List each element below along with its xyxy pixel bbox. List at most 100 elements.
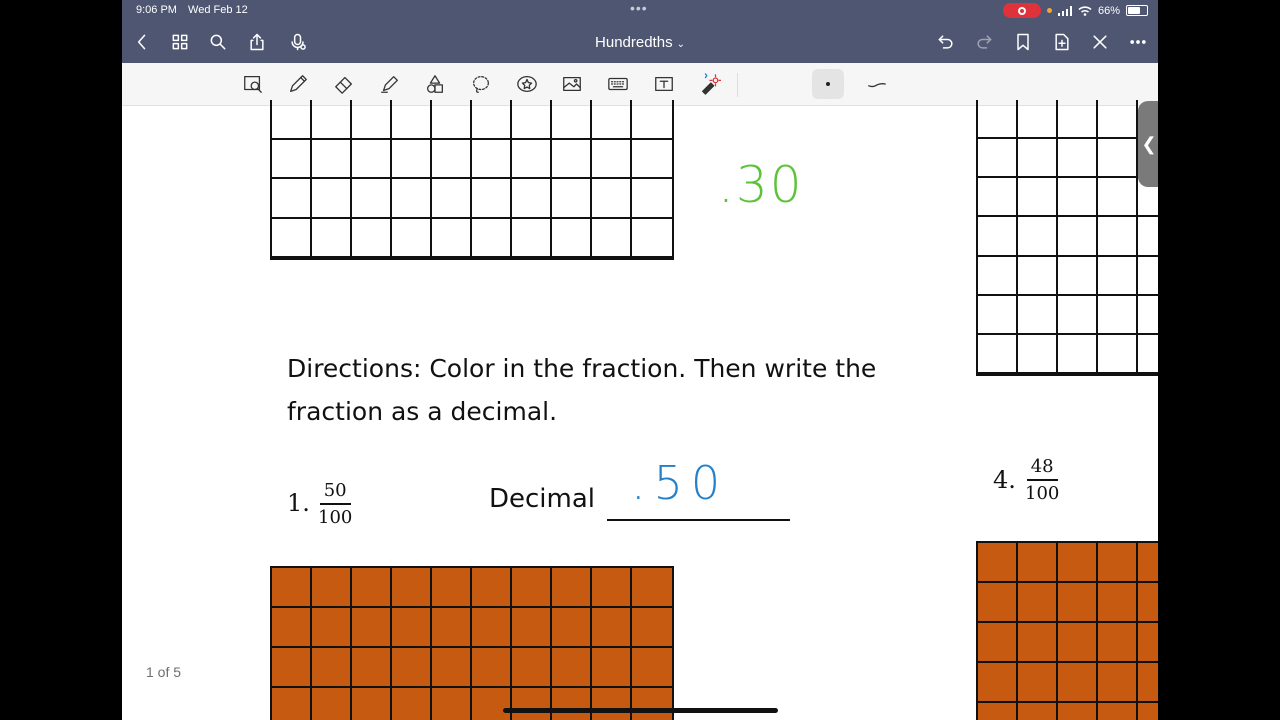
app-screen: 9:06 PM Wed Feb 12 ••• 66% Hundredths⌄ bbox=[122, 0, 1158, 720]
pen-icon[interactable] bbox=[285, 71, 311, 97]
grid-cell bbox=[592, 688, 632, 720]
image-icon[interactable] bbox=[559, 71, 585, 97]
grid-cell bbox=[1098, 703, 1138, 720]
redo-icon[interactable] bbox=[972, 30, 996, 54]
chevron-left-icon: ❮ bbox=[1141, 133, 1157, 154]
grid-cell bbox=[432, 139, 472, 179]
hundreds-grid-problem-4[interactable] bbox=[976, 541, 1158, 720]
grid-cell bbox=[592, 608, 632, 648]
handwritten-answer-prev: .30 bbox=[718, 156, 804, 214]
grid-cell bbox=[432, 688, 472, 720]
mic-indicator-icon bbox=[1046, 8, 1052, 13]
problem-4-denominator: 100 bbox=[1025, 483, 1060, 504]
grid-cell bbox=[1058, 334, 1098, 374]
grid-cell bbox=[312, 568, 352, 608]
grid-cell bbox=[272, 218, 312, 258]
wifi-icon bbox=[1078, 5, 1092, 16]
grid-cell bbox=[272, 648, 312, 688]
grid-cell bbox=[1018, 178, 1058, 218]
grid-cell bbox=[1058, 583, 1098, 623]
grid-cell bbox=[1098, 139, 1138, 179]
document-title: Hundredths bbox=[595, 34, 673, 51]
close-icon[interactable] bbox=[1088, 30, 1112, 54]
grid-cell bbox=[352, 688, 392, 720]
grid-cell bbox=[1098, 178, 1138, 218]
grid-cell bbox=[552, 179, 592, 219]
grid-cell bbox=[352, 179, 392, 219]
hundreds-grid-problem-1[interactable] bbox=[270, 566, 674, 720]
document-title-menu[interactable]: Hundredths ⌄ bbox=[122, 34, 1158, 51]
grid-cell bbox=[632, 140, 672, 179]
bookmark-icon[interactable] bbox=[1011, 30, 1035, 54]
keyboard-icon[interactable] bbox=[605, 71, 631, 97]
grid-cell bbox=[592, 218, 632, 258]
highlighter-icon[interactable] bbox=[377, 71, 403, 97]
grid-cell bbox=[978, 217, 1018, 257]
grid-cell bbox=[978, 100, 1018, 140]
document-page[interactable]: .30 Directions: Color in the fraction. T… bbox=[122, 100, 1158, 720]
undo-icon[interactable] bbox=[934, 30, 958, 54]
handwritten-answer-1: .50 bbox=[631, 456, 729, 510]
grid-cell bbox=[352, 568, 392, 608]
pen-dot-icon bbox=[826, 82, 830, 86]
grid-cell bbox=[1058, 217, 1098, 257]
grid-cell bbox=[632, 219, 672, 258]
problem-1-denominator: 100 bbox=[318, 507, 353, 528]
decimal-label: Decimal bbox=[489, 484, 596, 514]
grid-cell bbox=[272, 568, 312, 608]
problem-1-fraction: 50 100 bbox=[318, 480, 352, 528]
grid-cell bbox=[1098, 663, 1138, 703]
laser-pointer-icon[interactable] bbox=[697, 71, 723, 97]
pen-stroke-style-icon[interactable] bbox=[864, 71, 890, 97]
grid-cell bbox=[272, 608, 312, 648]
grid-cell bbox=[352, 100, 392, 140]
lasso-icon[interactable] bbox=[468, 71, 494, 97]
decimal-answer-line[interactable] bbox=[607, 519, 790, 521]
grid-cell bbox=[472, 648, 512, 688]
pen-size-selector[interactable] bbox=[812, 69, 844, 99]
text-icon[interactable] bbox=[651, 71, 677, 97]
home-indicator[interactable] bbox=[503, 708, 778, 713]
grid-cell bbox=[1138, 623, 1158, 663]
sticker-icon[interactable] bbox=[514, 71, 540, 97]
grid-cell bbox=[1138, 663, 1158, 703]
grid-cell bbox=[1138, 335, 1158, 374]
grid-cell bbox=[1098, 217, 1138, 257]
shapes-icon[interactable] bbox=[422, 71, 448, 97]
eraser-icon[interactable] bbox=[331, 71, 357, 97]
screen-record-icon[interactable] bbox=[1002, 3, 1041, 18]
grid-cell bbox=[1058, 178, 1098, 218]
grid-cell bbox=[272, 139, 312, 179]
grid-cell bbox=[512, 218, 552, 258]
signal-icon bbox=[1057, 5, 1072, 16]
more-icon[interactable] bbox=[1126, 30, 1150, 54]
grid-cell bbox=[432, 648, 472, 688]
chevron-down-icon: ⌄ bbox=[676, 39, 685, 50]
multitask-dots[interactable]: ••• bbox=[630, 0, 648, 16]
problem-4-number: 4. bbox=[993, 466, 1016, 494]
grid-cell bbox=[472, 688, 512, 720]
zoom-window-icon[interactable] bbox=[240, 71, 266, 97]
add-page-icon[interactable] bbox=[1050, 30, 1074, 54]
grid-cell bbox=[352, 648, 392, 688]
grid-cell bbox=[1058, 295, 1098, 335]
hundreds-grid-empty-top bbox=[270, 100, 674, 260]
grid-cell bbox=[392, 648, 432, 688]
grid-cell bbox=[312, 218, 352, 258]
grid-cell bbox=[978, 703, 1018, 720]
grid-cell bbox=[1098, 543, 1138, 583]
grid-cell bbox=[1018, 295, 1058, 335]
grid-cell bbox=[1098, 295, 1138, 335]
grid-cell bbox=[312, 139, 352, 179]
grid-cell bbox=[472, 608, 512, 648]
grid-cell bbox=[272, 179, 312, 219]
grid-cell bbox=[552, 648, 592, 688]
hundreds-grid-empty-right bbox=[976, 100, 1158, 376]
grid-cell bbox=[632, 179, 672, 219]
grid-cell bbox=[1018, 543, 1058, 583]
sidebar-toggle-tab[interactable]: ❮ bbox=[1138, 101, 1158, 187]
grid-cell bbox=[1018, 334, 1058, 374]
grid-cell bbox=[592, 179, 632, 219]
grid-cell bbox=[552, 100, 592, 140]
grid-cell bbox=[1098, 623, 1138, 663]
